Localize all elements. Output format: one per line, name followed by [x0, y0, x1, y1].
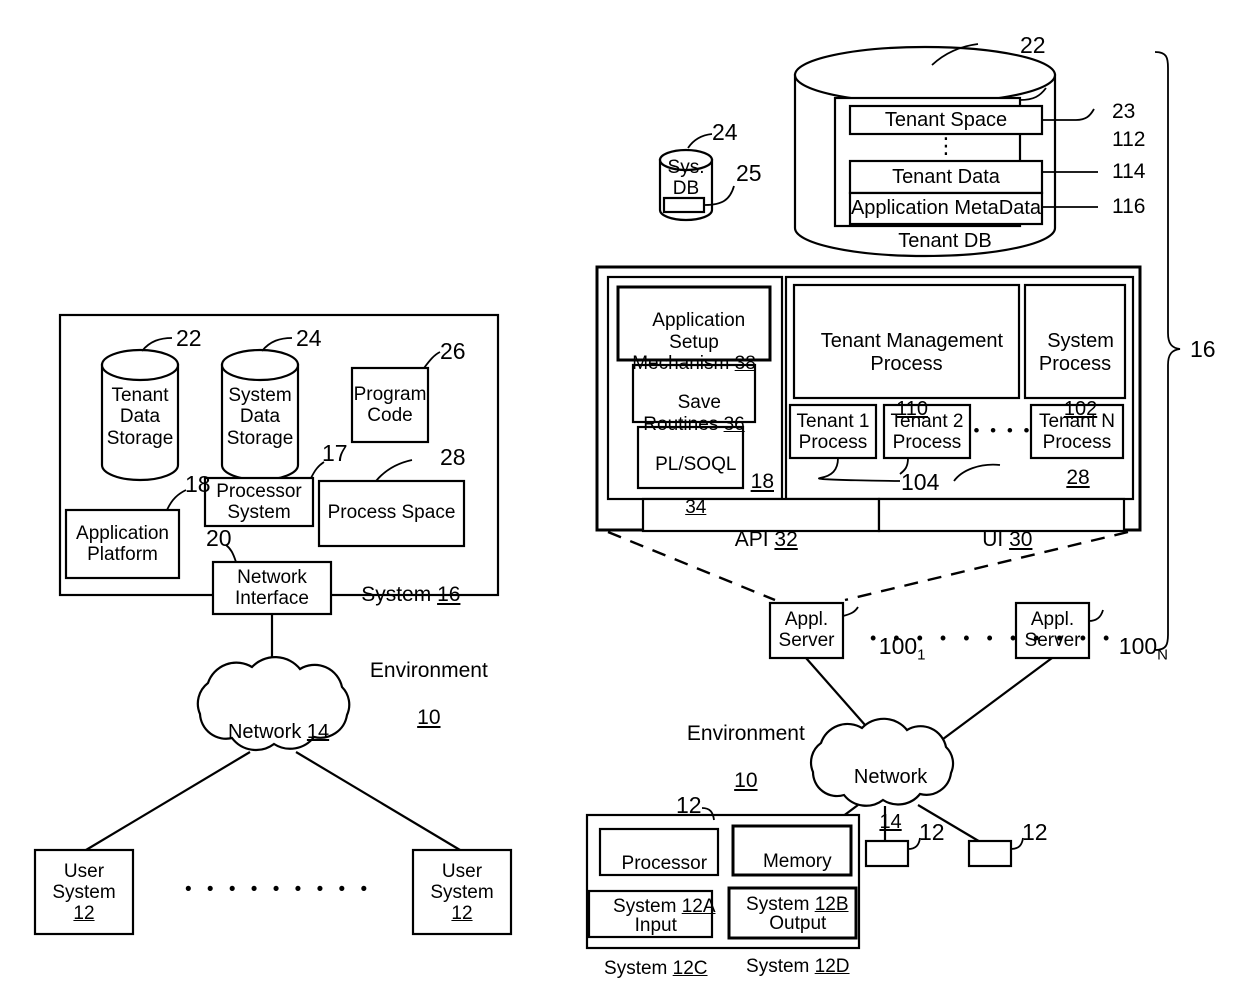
ref-number-116: 116 — [1112, 195, 1146, 218]
is12c-number: 12C — [672, 957, 708, 979]
ref-number-104: 104 — [901, 469, 940, 495]
tenant-process-ellipsis: • • • • — [973, 421, 1033, 440]
processor-system-label: Processor System — [216, 480, 302, 523]
is12c-text: Input — [634, 915, 677, 937]
process-space-label: Process Space — [327, 502, 456, 524]
tenant-management-process-label: Tenant Management Process 110 — [794, 308, 1019, 420]
environment-10-label-left: Environment 10 — [343, 635, 503, 729]
tenant-db-label: Tenant DB — [898, 230, 992, 252]
program-code-label: Program Code — [353, 383, 427, 426]
tenant-space-vertical-ellipsis: ⋮ — [935, 133, 957, 158]
output-system-12d-label: Output System 12D — [729, 892, 856, 977]
ref-number-16-bracket: 16 — [1190, 336, 1216, 362]
ref-number-25: 25 — [736, 160, 762, 186]
net-right-text: Network — [853, 766, 928, 789]
network-14-label-right: Network 14 — [838, 744, 932, 834]
api-number: 32 — [774, 527, 798, 551]
api-text: API — [734, 527, 769, 551]
network-14-number: 14 — [306, 721, 330, 744]
tenant-space-label: Tenant Space — [884, 108, 1008, 131]
network-14-text: Network — [227, 721, 302, 744]
sys-db-label: Sys. DB — [667, 156, 705, 199]
appl-server-1-label: Appl. Server — [778, 608, 835, 651]
ref-number-28-right: 28 — [1066, 466, 1090, 489]
ref-number-22-right: 22 — [1020, 32, 1046, 58]
n100-1-sub: 1 — [917, 646, 926, 664]
n100-n-sub: N — [1157, 646, 1168, 664]
tenant-data-storage-label: Tenant Data Storage — [106, 385, 174, 449]
ref-number-18-left: 18 — [185, 471, 211, 497]
tenant-2-process-label: Tenant 2 Process — [890, 410, 964, 453]
user-system-right-number: 12 — [451, 903, 473, 924]
ref-number-100-n: 100N — [1106, 608, 1168, 664]
system-16-number: 16 — [437, 582, 461, 606]
user-system-right-label: User System — [430, 860, 494, 903]
appl-servers-ellipsis: • • • • • • • • • • • — [870, 628, 1116, 648]
ref-number-23: 23 — [1112, 100, 1136, 123]
input-system-12c-label: Input System 12C — [589, 894, 712, 979]
ref-number-24-left: 24 — [296, 325, 322, 351]
ui-text: UI — [982, 527, 1004, 551]
ui-label: UI 30 — [879, 504, 1124, 551]
network-14-label-left: Network 14 — [213, 699, 333, 744]
application-setup-mechanism-label: Application Setup Mechanism 38 — [618, 289, 770, 374]
env-right-text: Environment — [686, 721, 805, 745]
system-16-label-left: System 16 — [335, 559, 475, 606]
sp-text: System Process — [1038, 330, 1114, 375]
ref-number-28-left: 28 — [440, 444, 466, 470]
system-data-storage-label: System Data Storage — [226, 385, 294, 449]
ms12b-text: Memory — [762, 851, 832, 873]
save-routines-label: Save Routines 36 — [633, 371, 755, 435]
ref-number-114: 114 — [1112, 160, 1146, 183]
tenant-1-process-label: Tenant 1 Process — [796, 410, 870, 453]
environment-10-label-right: Environment 10 — [660, 698, 820, 792]
n100-n-text: 100 — [1118, 632, 1158, 659]
figure-canvas: .s{fill:none;stroke:#000;stroke-width:2.… — [0, 0, 1240, 990]
ref-number-12-small-2: 12 — [1022, 819, 1048, 845]
ref-number-12-user-system: 12 — [676, 792, 702, 818]
user-system-left-label: User System — [52, 860, 116, 903]
ref-number-22-left: 22 — [176, 325, 202, 351]
tenant-data-label: Tenant Data — [892, 165, 1000, 188]
ref-number-26-left: 26 — [440, 338, 466, 364]
tmp-text: Tenant Management Process — [820, 330, 1004, 375]
application-metadata-label: Application MetaData — [850, 197, 1042, 220]
ref-number-12-small-1: 12 — [919, 819, 945, 845]
tenant-n-process-label: Tenant N Process — [1038, 410, 1116, 453]
ref-number-20-left: 20 — [206, 525, 232, 551]
sr-line1: Save Routines — [643, 392, 721, 435]
ref-number-18-right: 18 — [750, 470, 774, 493]
ref-number-112-label: 112 — [1112, 128, 1146, 151]
is12c-sub: System — [604, 957, 668, 979]
system-process-label: System Process 102 — [1025, 308, 1125, 420]
network-interface-label: Network Interface — [235, 566, 309, 609]
ref-number-24-right: 24 — [712, 119, 738, 145]
env-right-number: 10 — [734, 768, 758, 792]
os12d-text: Output — [769, 913, 827, 935]
application-platform-label: Application Platform — [76, 522, 169, 565]
environment-10-text: Environment — [369, 658, 488, 682]
ref-number-17-left: 17 — [322, 440, 348, 466]
ps12a-text: Processor — [621, 853, 708, 875]
plsoql-text: PL/SOQL — [655, 454, 737, 476]
ui-number: 30 — [1009, 527, 1033, 551]
net-right-number: 14 — [879, 811, 902, 834]
os12d-number: 12D — [814, 955, 850, 977]
os12d-sub: System — [746, 955, 810, 977]
user-systems-ellipsis-left: • • • • • • • • • — [185, 879, 373, 900]
api-label: API 32 — [643, 504, 879, 551]
system-16-text: System — [361, 582, 432, 606]
user-system-left-number: 12 — [73, 903, 95, 924]
environment-10-number: 10 — [417, 705, 441, 729]
sr-number: 36 — [723, 413, 745, 435]
